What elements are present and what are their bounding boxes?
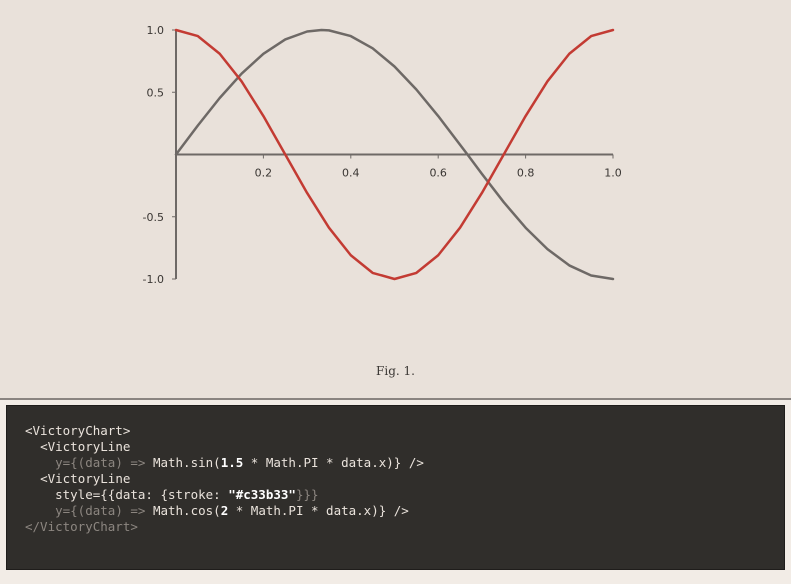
code-token: y={(data) => xyxy=(55,455,153,470)
x-tick-label: 0.8 xyxy=(517,167,535,180)
code-line: y={(data) => Math.sin(1.5 * Math.PI * da… xyxy=(25,455,784,471)
code-token: * Math.PI * data.x)} /> xyxy=(243,455,424,470)
code-line: y={(data) => Math.cos(2 * Math.PI * data… xyxy=(25,503,784,519)
code-token: style={{data: {stroke: xyxy=(55,487,229,502)
code-line: </VictoryChart> xyxy=(25,519,784,535)
chart-svg: 0.2 0.4 0.6 0.8 1.0 1.0 0.5 -0.5 -1.0 xyxy=(143,24,622,286)
code-token: <VictoryLine xyxy=(40,471,131,486)
y-tick-label: -0.5 xyxy=(143,211,164,224)
code-token: }}} xyxy=(295,487,319,502)
code-token: <VictoryChart> xyxy=(25,423,131,438)
y-tick-label: -1.0 xyxy=(143,273,164,286)
code-token: "#c33b33" xyxy=(228,487,296,502)
code-line: <VictoryLine xyxy=(25,439,784,455)
code-token: y={(data) => xyxy=(55,503,153,518)
code-block: <VictoryChart> <VictoryLine y={(data) =>… xyxy=(6,405,785,570)
code-line: style={{data: {stroke: "#c33b33"}}} xyxy=(25,487,784,503)
code-line: <VictoryChart> xyxy=(25,423,784,439)
code-token: Math.cos( xyxy=(152,503,221,518)
x-tick-label: 1.0 xyxy=(604,167,622,180)
code-token: 1.5 xyxy=(220,455,244,470)
code-token: </VictoryChart> xyxy=(25,519,138,534)
y-tick-label: 1.0 xyxy=(147,24,165,37)
x-tick-label: 0.2 xyxy=(255,167,273,180)
code-line: <VictoryLine xyxy=(25,471,784,487)
figure-caption: Fig. 1. xyxy=(376,364,415,378)
code-token: * Math.PI * data.x)} /> xyxy=(228,503,409,518)
code-token: Math.sin( xyxy=(152,455,221,470)
x-tick-label: 0.6 xyxy=(429,167,447,180)
y-tick-label: 0.5 xyxy=(147,86,165,99)
line-chart: 0.2 0.4 0.6 0.8 1.0 1.0 0.5 -0.5 -1.0 xyxy=(0,0,791,345)
x-tick-label: 0.4 xyxy=(342,167,360,180)
code-token: <VictoryLine xyxy=(40,439,131,454)
